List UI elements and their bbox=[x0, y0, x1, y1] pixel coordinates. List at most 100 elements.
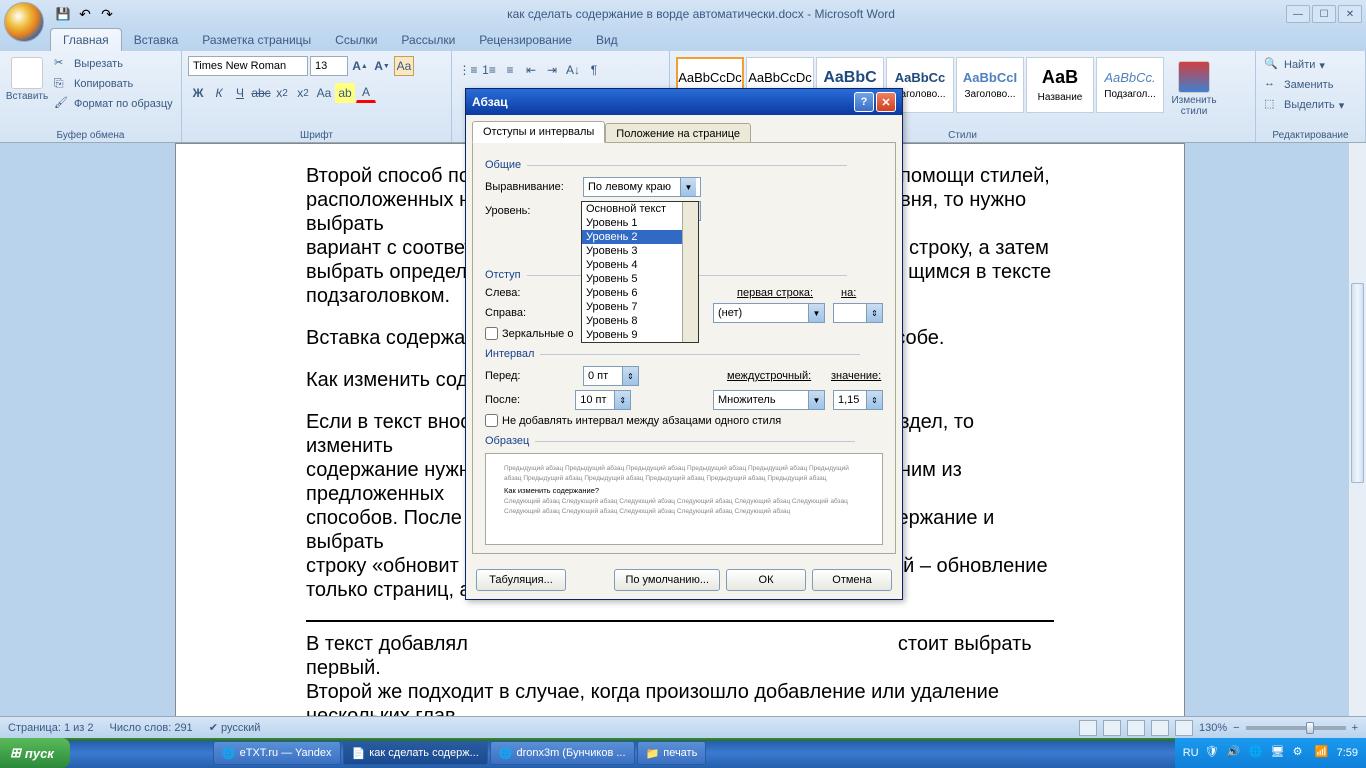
strike-icon[interactable]: abc bbox=[251, 83, 271, 103]
tab-view[interactable]: Вид bbox=[584, 29, 630, 51]
taskbar-item[interactable]: 📄 как сделать содерж... bbox=[343, 741, 488, 765]
tab-references[interactable]: Ссылки bbox=[323, 29, 389, 51]
tab-indents[interactable]: Отступы и интервалы bbox=[472, 121, 605, 143]
close-button[interactable]: ✕ bbox=[1338, 5, 1362, 23]
level-option[interactable]: Основной текст bbox=[582, 202, 698, 216]
spinner-icon[interactable]: ⇕ bbox=[614, 391, 630, 409]
status-words[interactable]: Число слов: 291 bbox=[110, 722, 193, 734]
no-space-same-style-check[interactable]: Не добавлять интервал между абзацами одн… bbox=[485, 414, 883, 427]
start-button[interactable]: ⊞ пуск bbox=[0, 738, 70, 768]
spinner-icon[interactable]: ⇕ bbox=[866, 391, 882, 409]
office-button[interactable] bbox=[4, 2, 44, 42]
level-option[interactable]: Уровень 7 bbox=[582, 300, 698, 314]
numbering-icon[interactable]: 1≡ bbox=[479, 60, 499, 80]
scroll-thumb[interactable] bbox=[1351, 283, 1364, 483]
tray-icon[interactable]: 🖥 bbox=[1271, 745, 1287, 761]
before-spinner[interactable]: ⇕ bbox=[583, 366, 639, 386]
tab-mailings[interactable]: Рассылки bbox=[389, 29, 467, 51]
style-subtitle[interactable]: AaBbCc.Подзагол... bbox=[1096, 57, 1164, 113]
replace-button[interactable]: Заменить bbox=[1262, 76, 1359, 94]
after-spinner[interactable]: ⇕ bbox=[575, 390, 631, 410]
level-option[interactable]: Уровень 8 bbox=[582, 314, 698, 328]
dialog-help-button[interactable]: ? bbox=[854, 92, 874, 112]
zoom-out-icon[interactable]: − bbox=[1233, 722, 1239, 734]
taskbar-item[interactable]: 🌐 eTXT.ru — Yandex bbox=[213, 741, 341, 765]
at-spinner[interactable]: ⇕ bbox=[833, 390, 883, 410]
find-button[interactable]: Найти ▾ bbox=[1262, 56, 1359, 74]
tray-icon[interactable]: 🌐 bbox=[1249, 745, 1265, 761]
level-option[interactable]: Уровень 3 bbox=[582, 244, 698, 258]
bold-icon[interactable]: Ж bbox=[188, 83, 208, 103]
select-button[interactable]: Выделить ▾ bbox=[1262, 96, 1359, 114]
default-button[interactable]: По умолчанию... bbox=[614, 569, 720, 591]
italic-icon[interactable]: К bbox=[209, 83, 229, 103]
tabs-button[interactable]: Табуляция... bbox=[476, 569, 566, 591]
ql-icon[interactable] bbox=[142, 743, 162, 763]
tray-icon[interactable]: 📶 bbox=[1315, 745, 1331, 761]
style-heading3[interactable]: AaBbCcIЗаголово... bbox=[956, 57, 1024, 113]
redo-icon[interactable] bbox=[98, 5, 116, 23]
multilevel-icon[interactable]: ≡ bbox=[500, 60, 520, 80]
alignment-combo[interactable]: ▼ bbox=[583, 177, 701, 197]
change-case-icon[interactable]: Aa bbox=[314, 83, 334, 103]
superscript-icon[interactable]: x2 bbox=[293, 83, 313, 103]
line-spacing-combo[interactable]: ▼ bbox=[713, 390, 825, 410]
change-styles-button[interactable]: Изменить стили bbox=[1166, 57, 1222, 117]
font-name-combo[interactable] bbox=[188, 56, 308, 76]
dialog-close-button[interactable]: ✕ bbox=[876, 92, 896, 112]
underline-icon[interactable]: Ч bbox=[230, 83, 250, 103]
spinner-icon[interactable]: ⇕ bbox=[866, 304, 882, 322]
subscript-icon[interactable]: x2 bbox=[272, 83, 292, 103]
ql-icon[interactable] bbox=[164, 743, 184, 763]
ql-icon[interactable] bbox=[98, 743, 118, 763]
level-option[interactable]: Уровень 2 bbox=[582, 230, 698, 244]
font-color-icon[interactable]: A bbox=[356, 83, 376, 103]
cut-button[interactable]: Вырезать bbox=[52, 55, 175, 73]
highlight-icon[interactable]: ab bbox=[335, 83, 355, 103]
dropdown-scrollbar[interactable] bbox=[682, 202, 698, 342]
tray-icon[interactable]: 🔊 bbox=[1227, 745, 1243, 761]
taskbar-item[interactable]: 🌐 dronx3m (Бунчиков ... bbox=[490, 741, 635, 765]
tray-icon[interactable]: 🛡 bbox=[1205, 745, 1221, 761]
shrink-font-icon[interactable]: A▼ bbox=[372, 56, 392, 76]
view-web-icon[interactable] bbox=[1127, 720, 1145, 736]
level-option[interactable]: Уровень 5 bbox=[582, 272, 698, 286]
ql-icon[interactable] bbox=[186, 743, 206, 763]
ql-icon[interactable] bbox=[120, 743, 140, 763]
tray-lang[interactable]: RU bbox=[1183, 747, 1199, 759]
grow-font-icon[interactable]: A▲ bbox=[350, 56, 370, 76]
ql-icon[interactable] bbox=[76, 743, 96, 763]
font-size-combo[interactable] bbox=[310, 56, 348, 76]
bullets-icon[interactable]: ⋮≡ bbox=[458, 60, 478, 80]
copy-button[interactable]: Копировать bbox=[52, 75, 175, 93]
increase-indent-icon[interactable]: ⇥ bbox=[542, 60, 562, 80]
style-title[interactable]: АаВНазвание bbox=[1026, 57, 1094, 113]
tab-review[interactable]: Рецензирование bbox=[467, 29, 584, 51]
vertical-scrollbar[interactable] bbox=[1348, 143, 1366, 728]
first-line-combo[interactable]: ▼ bbox=[713, 303, 825, 323]
maximize-button[interactable]: ☐ bbox=[1312, 5, 1336, 23]
save-icon[interactable] bbox=[54, 5, 72, 23]
level-option[interactable]: Уровень 6 bbox=[582, 286, 698, 300]
show-marks-icon[interactable]: ¶ bbox=[584, 60, 604, 80]
zoom-level[interactable]: 130% bbox=[1199, 722, 1227, 734]
tray-icon[interactable]: ⚙ bbox=[1293, 745, 1309, 761]
ok-button[interactable]: ОК bbox=[726, 569, 806, 591]
undo-icon[interactable] bbox=[76, 5, 94, 23]
view-draft-icon[interactable] bbox=[1175, 720, 1193, 736]
tab-page-layout[interactable]: Разметка страницы bbox=[190, 29, 323, 51]
level-dropdown-list[interactable]: Основной текст Уровень 1 Уровень 2 Урове… bbox=[581, 201, 699, 343]
sort-icon[interactable]: A↓ bbox=[563, 60, 583, 80]
zoom-slider[interactable] bbox=[1246, 726, 1346, 730]
level-option[interactable]: Уровень 4 bbox=[582, 258, 698, 272]
view-full-screen-icon[interactable] bbox=[1103, 720, 1121, 736]
by-spinner[interactable]: ⇕ bbox=[833, 303, 883, 323]
tab-home[interactable]: Главная bbox=[50, 28, 122, 51]
taskbar-item[interactable]: 📁 печать bbox=[637, 741, 707, 765]
tray-clock[interactable]: 7:59 bbox=[1337, 747, 1358, 759]
level-option[interactable]: Уровень 1 bbox=[582, 216, 698, 230]
status-page[interactable]: Страница: 1 из 2 bbox=[8, 722, 94, 734]
decrease-indent-icon[interactable]: ⇤ bbox=[521, 60, 541, 80]
clear-format-icon[interactable]: Aa bbox=[394, 56, 414, 76]
spinner-icon[interactable]: ⇕ bbox=[622, 367, 638, 385]
